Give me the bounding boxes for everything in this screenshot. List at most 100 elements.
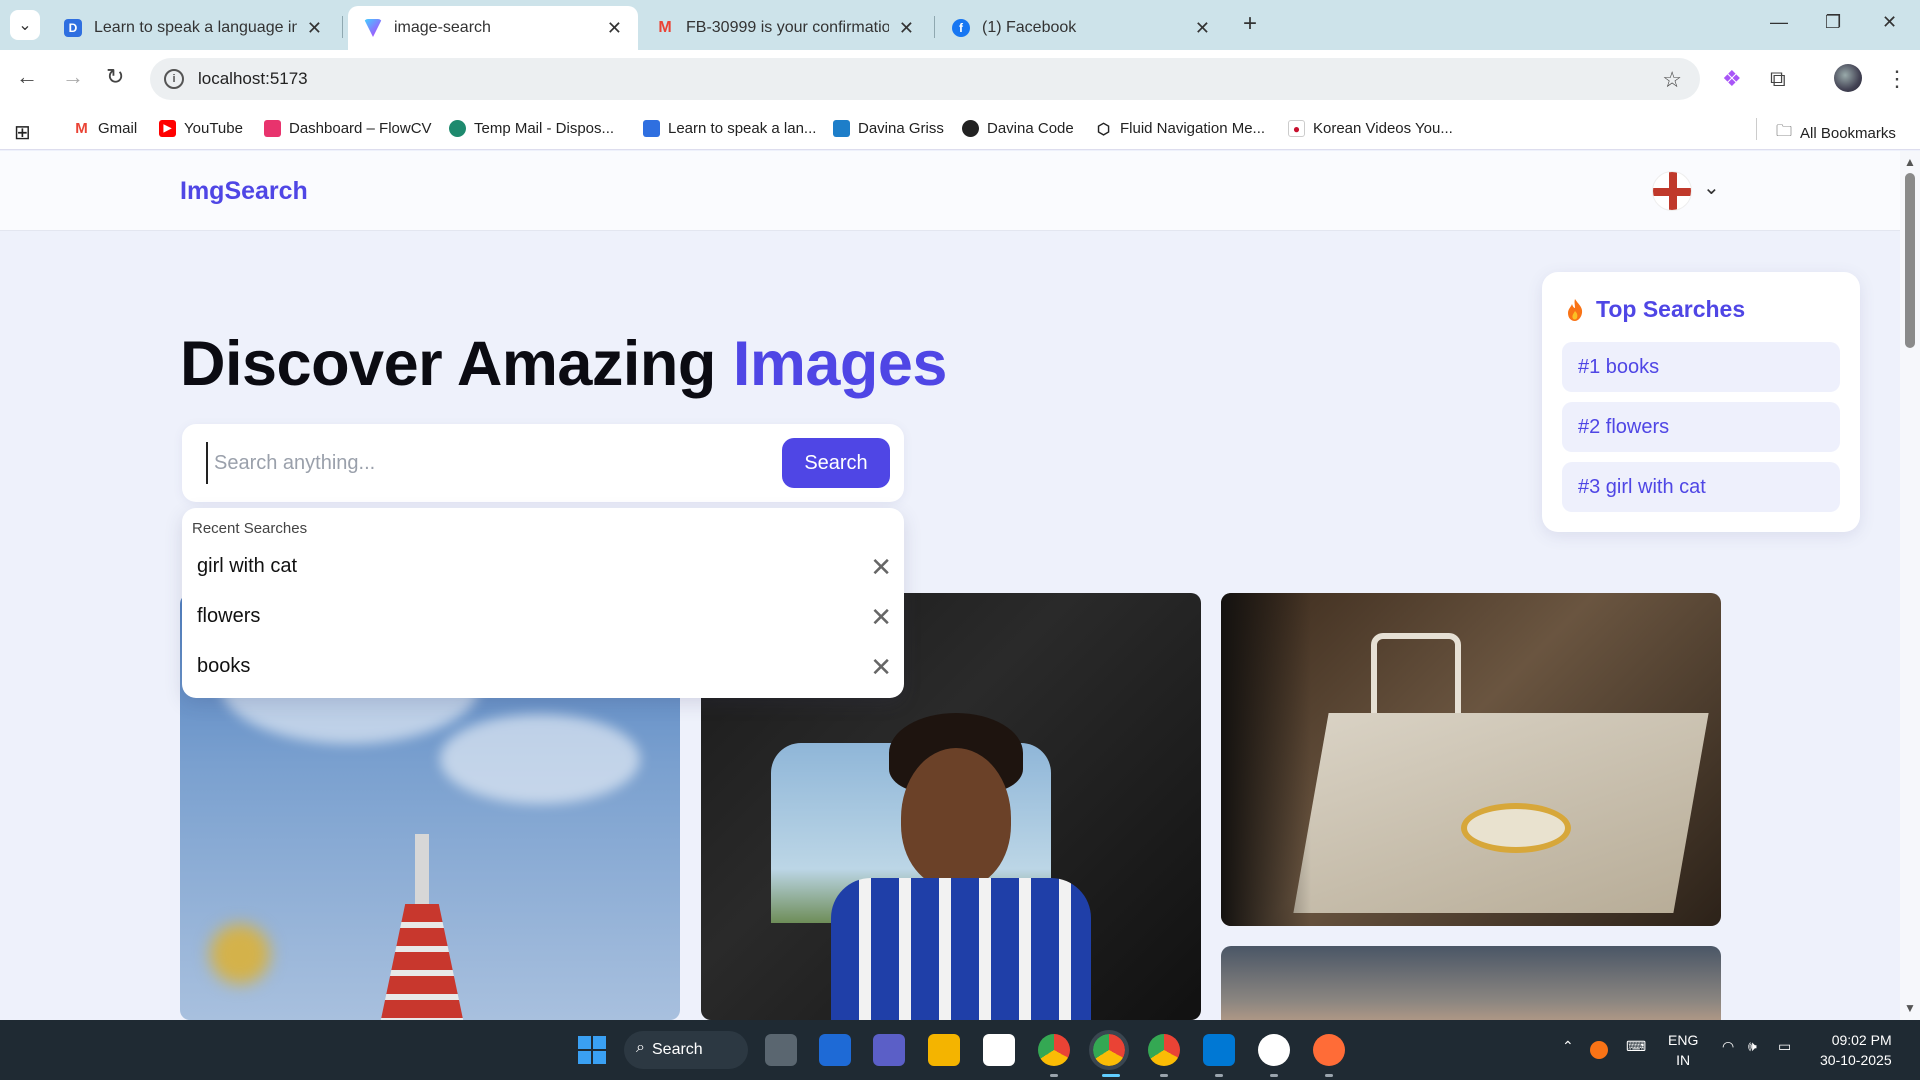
recent-search-item[interactable]: books ✕ xyxy=(182,642,904,690)
restore-icon[interactable]: ❐ xyxy=(1825,12,1841,33)
top-search-item[interactable]: #2 flowers xyxy=(1562,402,1840,452)
postman-icon[interactable] xyxy=(1313,1034,1345,1066)
task-view-icon[interactable] xyxy=(765,1034,797,1066)
address-bar[interactable]: i localhost:5173 ☆ xyxy=(150,58,1700,100)
tab-gmail-confirmation[interactable]: M FB-30999 is your confirmation c ✕ xyxy=(640,6,930,50)
back-arrow-icon[interactable]: ← xyxy=(16,64,38,90)
browser-tab-bar: ⌄ D Learn to speak a language in 10 ✕ im… xyxy=(0,0,1920,50)
remove-recent-icon[interactable]: ✕ xyxy=(870,552,892,583)
chrome-active-icon[interactable] xyxy=(1089,1030,1129,1070)
app-logo[interactable]: ImgSearch xyxy=(180,177,308,206)
wifi-icon[interactable]: ◠ xyxy=(1722,1038,1734,1055)
bookmark-korean-videos[interactable]: ● Korean Videos You... xyxy=(1288,120,1453,137)
bookmark-star-icon[interactable]: ☆ xyxy=(1662,67,1682,93)
file-explorer-icon[interactable] xyxy=(928,1034,960,1066)
browser-profile-avatar[interactable] xyxy=(1834,64,1862,92)
facebook-favicon-icon: f xyxy=(952,19,970,37)
photo-face xyxy=(901,748,1011,888)
photo-shadow xyxy=(1221,593,1311,926)
bookmark-gmail[interactable]: M Gmail xyxy=(73,120,137,137)
system-clock[interactable]: 09:02 PM 30-10-2025 xyxy=(1820,1030,1892,1070)
gmail-icon: M xyxy=(75,120,88,137)
tray-app-icon[interactable] xyxy=(1590,1041,1608,1059)
app-header: ImgSearch ⌄ xyxy=(0,151,1900,231)
photo-chair xyxy=(1371,633,1461,723)
minimize-icon[interactable]: — xyxy=(1770,12,1788,33)
remove-recent-icon[interactable]: ✕ xyxy=(870,652,892,683)
language-indicator[interactable]: ENG IN xyxy=(1668,1030,1698,1070)
youtube-icon: ▶ xyxy=(159,120,176,137)
teams-icon[interactable] xyxy=(873,1034,905,1066)
tab-facebook[interactable]: f (1) Facebook ✕ xyxy=(936,6,1226,50)
bookmarks-bar: ⊞ M Gmail ▶ YouTube Dashboard – FlowCV Tem… xyxy=(0,108,1920,150)
forward-arrow-icon[interactable]: → xyxy=(62,64,84,90)
close-tab-icon[interactable]: ✕ xyxy=(607,18,622,39)
vscode-icon[interactable] xyxy=(1203,1034,1235,1066)
show-hidden-icons-chevron-icon[interactable]: ⌃ xyxy=(1562,1038,1574,1055)
mongodb-compass-icon[interactable] xyxy=(1258,1034,1290,1066)
close-tab-icon[interactable]: ✕ xyxy=(899,18,914,39)
top-search-item[interactable]: #1 books xyxy=(1562,342,1840,392)
search-button[interactable]: Search xyxy=(782,438,890,488)
bookmark-temp-mail[interactable]: Temp Mail - Dispos... xyxy=(449,120,614,137)
remove-recent-icon[interactable]: ✕ xyxy=(870,602,892,633)
close-tab-icon[interactable]: ✕ xyxy=(1195,18,1210,39)
windows-start-icon[interactable] xyxy=(578,1036,606,1064)
hero-title: Discover Amazing Images xyxy=(180,329,947,399)
extension-gemini-icon[interactable]: ❖ xyxy=(1722,66,1742,92)
recent-search-item[interactable]: flowers ✕ xyxy=(182,592,904,640)
microsoft-store-icon[interactable] xyxy=(983,1034,1015,1066)
browser-toolbar: ← → ↻ i localhost:5173 ☆ ❖ ⧉ ⋮ xyxy=(0,50,1920,108)
bookmark-davina-griss[interactable]: Davina Griss xyxy=(833,120,944,137)
keyboard-icon[interactable]: ⌨ xyxy=(1626,1038,1646,1055)
running-indicator xyxy=(1325,1074,1333,1077)
tab-list-button[interactable]: ⌄ xyxy=(10,10,40,40)
apps-grid-icon[interactable]: ⊞ xyxy=(14,120,31,145)
extensions-puzzle-icon[interactable]: ⧉ xyxy=(1770,66,1786,92)
korea-flag-icon: ● xyxy=(1288,120,1305,137)
user-avatar[interactable] xyxy=(1652,171,1692,211)
temp-mail-icon xyxy=(449,120,466,137)
bookmark-fluid-navigation[interactable]: ⬡ Fluid Navigation Me... xyxy=(1095,120,1265,138)
photo-tower-mast xyxy=(415,834,429,904)
chrome-icon[interactable] xyxy=(1038,1034,1070,1066)
close-window-icon[interactable]: ✕ xyxy=(1882,12,1897,33)
recent-searches-title: Recent Searches xyxy=(192,520,308,537)
bookmark-davina-code[interactable]: Davina Code xyxy=(962,120,1074,137)
more-menu-icon[interactable]: ⋮ xyxy=(1886,66,1908,92)
widgets-icon[interactable] xyxy=(819,1034,851,1066)
new-tab-plus-icon[interactable]: + xyxy=(1243,10,1257,38)
reload-icon[interactable]: ↻ xyxy=(106,64,124,90)
scrollbar-thumb[interactable] xyxy=(1905,173,1915,348)
davina-griss-icon xyxy=(833,120,850,137)
photo-cloud xyxy=(440,714,640,804)
tab-separator xyxy=(934,16,935,38)
recent-searches-dropdown: Recent Searches girl with cat ✕ flowers … xyxy=(182,508,904,698)
flowcv-icon xyxy=(264,120,281,137)
bookmark-flowcv[interactable]: Dashboard – FlowCV xyxy=(264,120,432,137)
all-bookmarks-button[interactable]: 🗀 All Bookmarks xyxy=(1776,120,1896,147)
scroll-up-icon[interactable]: ▲ xyxy=(1904,155,1916,169)
page-scrollbar[interactable]: ▲ ▼ xyxy=(1900,151,1920,1021)
image-card-dining-table[interactable] xyxy=(1221,593,1721,926)
search-input[interactable] xyxy=(206,442,726,484)
site-info-icon[interactable]: i xyxy=(164,69,184,89)
volume-icon[interactable]: 🕪 xyxy=(1748,1038,1757,1055)
recent-search-item[interactable]: girl with cat ✕ xyxy=(182,542,904,590)
url-text: localhost:5173 xyxy=(198,69,308,88)
bookmark-youtube[interactable]: ▶ YouTube xyxy=(159,120,243,137)
top-search-item[interactable]: #3 girl with cat xyxy=(1562,462,1840,512)
battery-icon[interactable]: ▭ xyxy=(1778,1038,1791,1055)
user-menu-chevron-icon[interactable]: ⌄ xyxy=(1703,175,1720,200)
photo-plate xyxy=(1461,803,1571,853)
codepen-icon: ⬡ xyxy=(1096,120,1111,138)
tab-image-search[interactable]: image-search ✕ xyxy=(348,6,638,50)
tab-learn-language[interactable]: D Learn to speak a language in 10 ✕ xyxy=(48,6,338,50)
scroll-down-icon[interactable]: ▼ xyxy=(1904,1001,1916,1015)
folder-icon: 🗀 xyxy=(1776,123,1793,140)
chrome-profile-icon[interactable] xyxy=(1148,1034,1180,1066)
close-tab-icon[interactable]: ✕ xyxy=(307,18,322,39)
taskbar-search[interactable]: ⌕ Search xyxy=(624,1031,748,1069)
bookmark-learn-language[interactable]: Learn to speak a lan... xyxy=(643,120,816,137)
running-indicator xyxy=(1160,1074,1168,1077)
